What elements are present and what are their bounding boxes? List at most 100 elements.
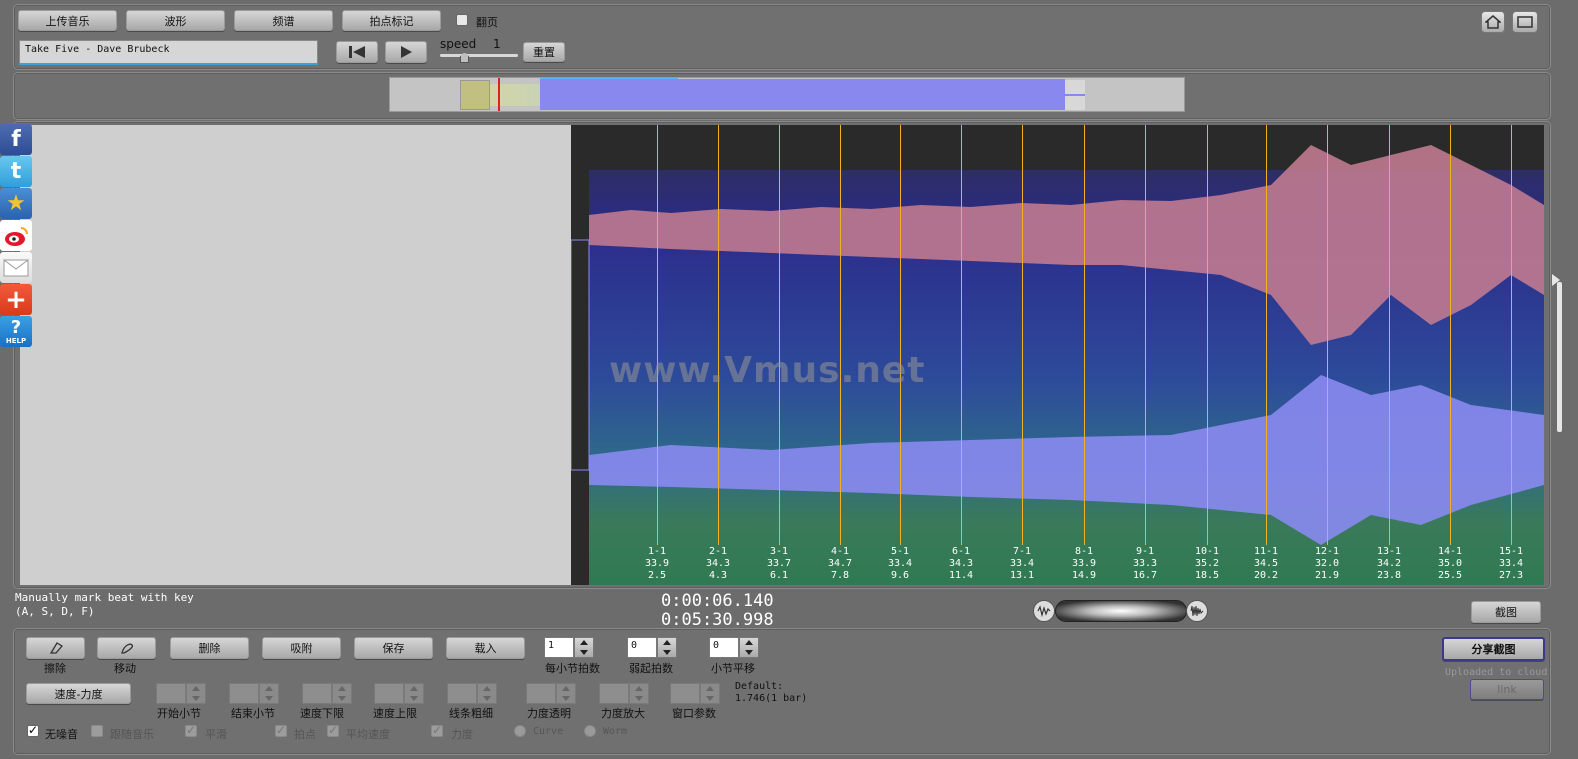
beat-line[interactable] [1450,125,1451,545]
beat-line[interactable] [840,125,841,545]
volume-min-button[interactable] [1033,600,1055,622]
window-param-stepper[interactable] [670,683,722,704]
dyn-zoom-box[interactable] [599,683,629,704]
window-param-box[interactable] [670,683,700,704]
play-button[interactable] [385,41,427,63]
tempo-min-stepper[interactable] [302,683,354,704]
start-bar-box[interactable] [156,683,186,704]
left-canvas[interactable] [20,125,571,585]
vertical-scrollbar[interactable] [1557,282,1562,432]
beat-line[interactable] [1084,125,1085,545]
bar-shift-stepper[interactable]: 0 [709,637,761,658]
volume-max-button[interactable] [1186,600,1208,622]
curve-radio[interactable] [514,725,526,737]
dyn-zoom-arrows[interactable] [629,683,649,704]
tempo-max-stepper[interactable] [374,683,426,704]
beat-line[interactable] [961,125,962,545]
dyn-transparency-arrows[interactable] [556,683,576,704]
twitter-button[interactable]: t [0,156,32,187]
beats-per-bar-value[interactable]: 1 [544,637,574,658]
beat-line[interactable] [1389,125,1390,545]
share-screenshot-button[interactable]: 分享截图 [1442,637,1545,661]
dyn-transparency-stepper[interactable] [526,683,578,704]
end-bar-stepper[interactable] [229,683,281,704]
page-turn-checkbox[interactable] [456,14,468,26]
track-title-field[interactable]: Take Five - Dave Brubeck [19,40,318,65]
smooth-checkbox[interactable] [185,723,197,737]
start-bar-arrows[interactable] [186,683,206,704]
tempo-max-arrows[interactable] [404,683,424,704]
overview-waveform[interactable] [389,77,1185,112]
beat-line[interactable] [657,125,658,545]
beat-bar: 7-1 [1012,546,1032,557]
scrollbar-arrow[interactable] [1552,274,1560,286]
beat-mark-button[interactable]: 拍点标记 [342,10,441,31]
favorite-button[interactable]: ★ [0,188,32,219]
skip-to-start-button[interactable] [336,41,378,63]
bar-shift-value[interactable]: 0 [709,637,739,658]
start-bar-stepper[interactable] [156,683,208,704]
mute-checkbox[interactable] [27,723,39,737]
beat-line[interactable] [900,125,901,545]
eraser-icon [49,642,63,654]
facebook-button[interactable]: f [0,124,32,155]
overview-view-window[interactable] [460,80,490,110]
end-bar-arrows[interactable] [259,683,279,704]
weibo-button[interactable] [0,220,32,251]
fullscreen-button[interactable] [1512,11,1538,33]
overview-playhead[interactable] [498,78,500,111]
dyn-transparency-box[interactable] [526,683,556,704]
beat-line[interactable] [779,125,780,545]
worm-radio[interactable] [584,725,596,737]
end-bar-box[interactable] [229,683,259,704]
follow-music-checkbox[interactable] [91,725,103,737]
tempo-dynamics-button[interactable]: 速度-力度 [26,683,131,704]
beat-bar: 14-1 [1437,546,1463,557]
spectrum-button[interactable]: 频谱 [234,10,333,31]
beat-line[interactable] [1511,125,1512,545]
tempo-max-box[interactable] [374,683,404,704]
beat-line[interactable] [1022,125,1023,545]
erase-button[interactable] [26,637,85,659]
avg-tempo-checkbox[interactable] [327,723,339,737]
beat-line[interactable] [1145,125,1146,545]
pickup-beats-stepper[interactable]: 0 [627,637,679,658]
tempo-min-box[interactable] [302,683,332,704]
favorite-icon: ★ [6,191,26,216]
beats-per-bar-stepper[interactable]: 1 [544,637,596,658]
beat-line[interactable] [1327,125,1328,545]
pickup-beats-arrows[interactable] [657,637,677,658]
beat-line[interactable] [1207,125,1208,545]
volume-bar[interactable] [1055,600,1187,622]
link-button[interactable]: link [1470,679,1544,700]
mail-button[interactable] [0,252,32,283]
snap-button[interactable]: 吸附 [262,637,341,659]
bar-shift-arrows[interactable] [739,637,759,658]
beat-line[interactable] [718,125,719,545]
delete-button[interactable]: 删除 [170,637,249,659]
volume-control[interactable] [1033,599,1208,623]
waveform-button[interactable]: 波形 [126,10,225,31]
screenshot-button[interactable]: 截图 [1471,601,1541,623]
dynamics-checkbox[interactable] [431,723,443,737]
window-param-arrows[interactable] [700,683,720,704]
upload-music-button[interactable]: 上传音乐 [18,10,117,31]
move-button[interactable] [97,637,156,659]
beat-line[interactable] [1266,125,1267,545]
spectrogram-area[interactable]: 1-1 33.9 2.5 2-1 34.3 4.3 3-1 33.7 6.1 4-1 34.7 7.8… [571,125,1544,585]
pickup-beats-value[interactable]: 0 [627,637,657,658]
help-button[interactable]: ? HELP [0,316,32,347]
home-button[interactable] [1481,11,1505,33]
line-width-stepper[interactable] [447,683,499,704]
beats-per-bar-arrows[interactable] [574,637,594,658]
reset-button[interactable]: 重置 [523,42,565,62]
add-button[interactable]: + [0,284,32,315]
save-button[interactable]: 保存 [354,637,433,659]
dyn-zoom-stepper[interactable] [599,683,651,704]
tempo-min-arrows[interactable] [332,683,352,704]
load-button[interactable]: 载入 [446,637,525,659]
beat-point-checkbox[interactable] [275,723,287,737]
speed-slider-track[interactable] [440,54,518,57]
line-width-box[interactable] [447,683,477,704]
line-width-arrows[interactable] [477,683,497,704]
